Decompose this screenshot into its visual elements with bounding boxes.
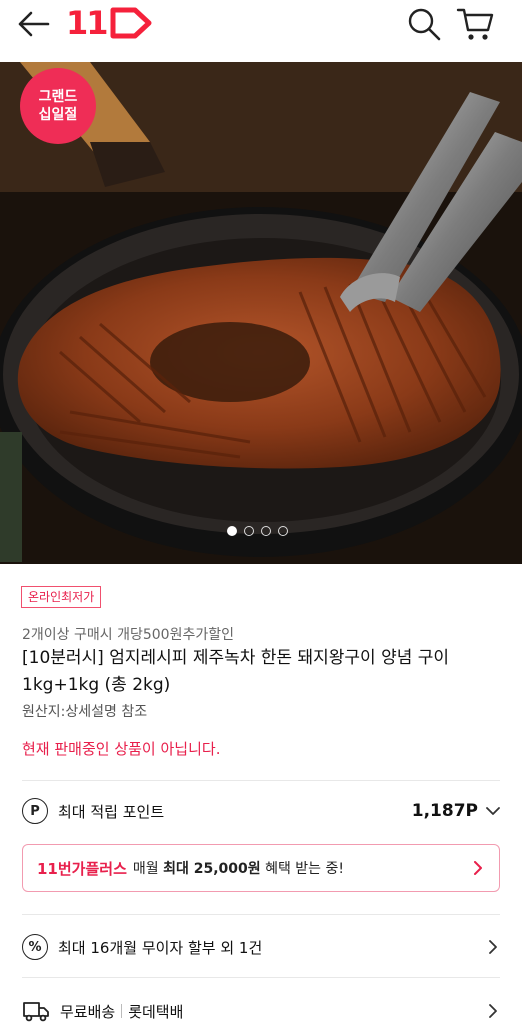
carousel-dot[interactable] [227,526,237,536]
top-header: 11 [0,0,522,62]
divider [22,977,500,978]
installment-row[interactable]: % 최대 16개월 무이자 할부 외 1건 [22,929,500,965]
points-value: 1,187P [411,801,478,821]
logo-arrow-icon [110,7,152,39]
search-icon[interactable] [406,6,442,42]
badge-line1: 그랜드 [38,89,78,105]
delivery-label: 무료배송 [60,1002,116,1021]
badge-line2: 십일절 [38,107,78,123]
sale-status: 현재 판매중인 상품이 아닙니다. [22,740,221,758]
divider [22,914,500,915]
chevron-right-icon [474,861,482,875]
points-label: 최대 적립 포인트 [58,802,165,821]
installment-label: 최대 16개월 무이자 할부 외 1건 [58,938,263,957]
logo-text: 11 [66,4,109,42]
lowest-price-tag: 온라인최저가 [21,586,102,608]
eleven-plus-banner[interactable]: 11번가플러스 매월 최대 25,000원 혜택 받는 중! [22,844,500,892]
plus-text-bold: 최대 25,000원 [163,861,261,877]
divider [22,780,500,781]
grand-sale-badge: 그랜드 십일절 [20,68,96,144]
percent-icon: % [22,934,48,960]
plus-text-suffix: 혜택 받는 중! [265,861,345,877]
brand-logo[interactable]: 11 [66,4,153,42]
separator [121,1004,123,1018]
points-row[interactable]: P 최대 적립 포인트 1,187P [22,793,500,829]
carousel-indicator [227,526,288,536]
chevron-down-icon [486,807,500,815]
chevron-right-icon [489,1004,497,1018]
carousel-dot[interactable] [278,526,288,536]
chevron-right-icon [489,940,497,954]
cart-icon[interactable] [456,6,494,42]
plus-text: 매월 최대 25,000원 혜택 받는 중! [133,858,344,878]
plus-text-prefix: 매월 [132,861,159,877]
plus-brand: 11번가플러스 [37,859,127,878]
product-title: [10분러시] 엄지레시피 제주녹차 한돈 돼지왕구이 양념 구이 1kg+1k… [22,648,450,695]
back-arrow-icon[interactable] [16,8,52,40]
truck-icon [23,1002,49,1022]
carousel-dot[interactable] [244,526,254,536]
point-icon: P [22,798,48,824]
delivery-carrier: 롯데택배 [128,1002,184,1021]
product-image-carousel[interactable]: 그랜드 십일절 [0,62,522,564]
origin-text: 원산지:상세설명 참조 [22,704,148,720]
carousel-dot[interactable] [261,526,271,536]
promo-text: 2개이상 구매시 개당500원추가할인 [22,627,234,643]
